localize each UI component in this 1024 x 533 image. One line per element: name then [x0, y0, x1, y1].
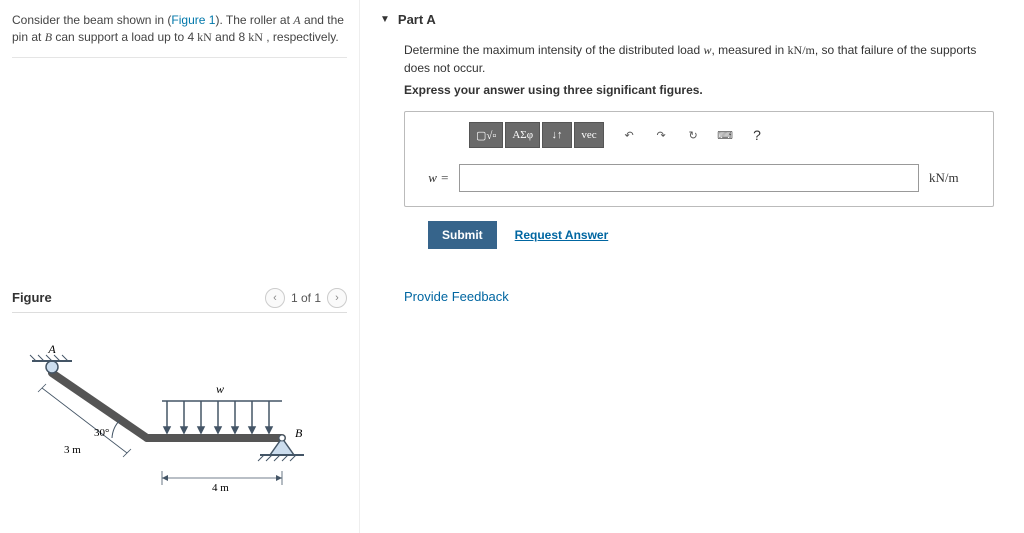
part-a-title: Part A	[398, 12, 436, 27]
diagram-label-4m: 4 m	[212, 482, 229, 494]
figure-section: Figure ‹ 1 of 1 ›	[12, 288, 347, 513]
diagram-label-w: w	[216, 382, 224, 396]
answer-input-row: w = kN/m	[419, 164, 979, 192]
diagram-label-A: A	[47, 343, 56, 356]
answer-box: ▢√▫ ΑΣφ ↓↑ vec ↶ ↷ ↻ ⌨ ? w = kN/m	[404, 111, 994, 207]
problem-text-5: , respectively.	[263, 30, 339, 44]
request-answer-link[interactable]: Request Answer	[515, 228, 609, 242]
figure-title: Figure	[12, 290, 52, 305]
figure-image: A B w 30° 3 m 4 m	[12, 343, 347, 513]
question-body: Determine the maximum intensity of the d…	[380, 37, 1004, 304]
problem-text-4: can support a load up to	[52, 30, 187, 44]
answer-input[interactable]	[459, 164, 919, 192]
figure-nav: ‹ 1 of 1 ›	[265, 288, 347, 308]
undo-button[interactable]: ↶	[614, 122, 644, 148]
answer-instruction: Express your answer using three signific…	[404, 83, 1004, 97]
q-var-w: w	[703, 43, 711, 57]
var-B: B	[45, 30, 52, 44]
redo-button[interactable]: ↷	[646, 122, 676, 148]
figure-reference-link[interactable]: Figure 1	[171, 13, 215, 27]
figure-prev-button[interactable]: ‹	[265, 288, 285, 308]
variable-label: w =	[419, 170, 449, 186]
load-b-unit: kN	[245, 30, 263, 44]
right-panel: ▼ Part A Determine the maximum intensity…	[360, 0, 1024, 533]
diagram-label-B: B	[295, 426, 303, 440]
q-text-1: Determine the maximum intensity of the d…	[404, 43, 703, 57]
q-text-2: , measured in	[712, 43, 788, 57]
problem-and: and	[212, 30, 239, 44]
keyboard-button[interactable]: ⌨	[710, 122, 740, 148]
vector-button[interactable]: vec	[574, 122, 604, 148]
figure-header: Figure ‹ 1 of 1 ›	[12, 288, 347, 313]
reset-button[interactable]: ↻	[678, 122, 708, 148]
figure-next-button[interactable]: ›	[327, 288, 347, 308]
var-A: A	[293, 13, 300, 27]
templates-button[interactable]: ▢√▫	[469, 122, 503, 148]
q-unit: kN/m	[788, 43, 815, 57]
collapse-caret-icon: ▼	[380, 14, 390, 25]
submit-row: Submit Request Answer	[404, 221, 1004, 249]
diagram-label-3m: 3 m	[64, 444, 81, 456]
left-panel: Consider the beam shown in (Figure 1). T…	[0, 0, 360, 533]
load-a-unit: kN	[194, 30, 212, 44]
part-a-header[interactable]: ▼ Part A	[380, 8, 1004, 37]
greek-button[interactable]: ΑΣφ	[505, 122, 540, 148]
problem-text-2: ). The roller at	[215, 13, 293, 27]
answer-unit-label: kN/m	[929, 170, 979, 186]
problem-statement: Consider the beam shown in (Figure 1). T…	[12, 8, 347, 58]
provide-feedback-link[interactable]: Provide Feedback	[404, 289, 509, 304]
equation-toolbar: ▢√▫ ΑΣφ ↓↑ vec ↶ ↷ ↻ ⌨ ?	[469, 122, 979, 148]
question-text: Determine the maximum intensity of the d…	[404, 41, 1004, 77]
figure-page-indicator: 1 of 1	[291, 291, 321, 305]
help-button[interactable]: ?	[742, 122, 772, 148]
submit-button[interactable]: Submit	[428, 221, 497, 249]
diagram-label-angle: 30°	[94, 427, 109, 439]
subscript-button[interactable]: ↓↑	[542, 122, 572, 148]
problem-text-1: Consider the beam shown in (	[12, 13, 171, 27]
